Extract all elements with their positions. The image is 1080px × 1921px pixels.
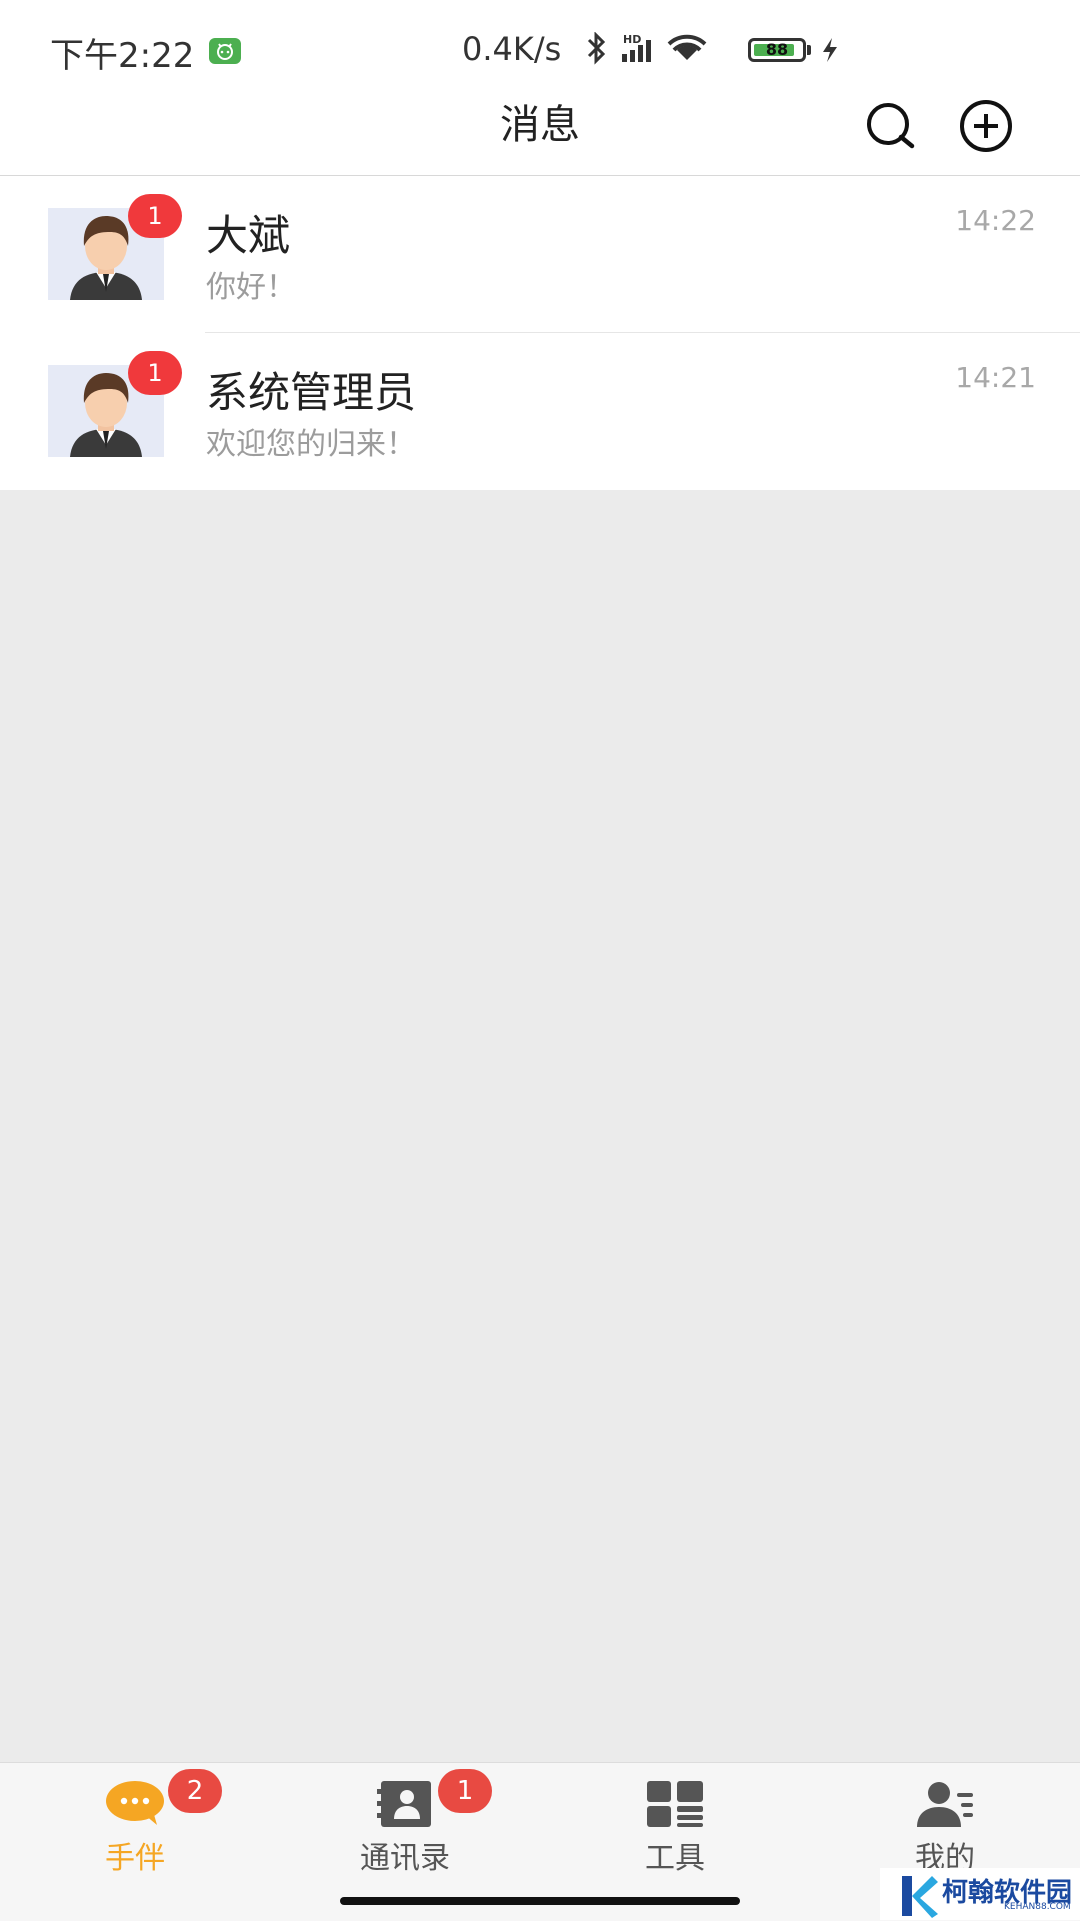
unread-badge: 1 bbox=[128, 351, 182, 395]
message-time: 14:21 bbox=[955, 361, 1036, 394]
message-time: 14:22 bbox=[955, 204, 1036, 237]
chat-bubble-icon bbox=[106, 1781, 164, 1825]
tab-label: 手伴 bbox=[105, 1841, 165, 1876]
add-button[interactable] bbox=[958, 100, 1014, 156]
charging-bolt-icon bbox=[823, 38, 837, 62]
message-preview: 你好！ bbox=[206, 270, 296, 305]
search-button[interactable] bbox=[862, 100, 918, 156]
conversation-item[interactable]: 1 大斌 你好！ 14:22 bbox=[0, 176, 1080, 333]
app-header: 消息 bbox=[0, 100, 1080, 176]
bluetooth-icon bbox=[587, 31, 606, 65]
search-icon bbox=[867, 103, 915, 149]
watermark-k-icon bbox=[902, 1876, 938, 1918]
status-time: 下午2:22 bbox=[50, 36, 195, 76]
tab-label: 通讯录 bbox=[360, 1841, 450, 1876]
contacts-icon bbox=[377, 1781, 431, 1827]
tab-badge: 1 bbox=[438, 1769, 492, 1813]
page-title: 消息 bbox=[500, 102, 580, 148]
battery-tip bbox=[807, 45, 811, 55]
contact-name: 系统管理员 bbox=[206, 368, 417, 417]
tab-label: 工具 bbox=[645, 1841, 705, 1876]
status-bar: 下午2:22 0.4K/s HD 88 bbox=[0, 0, 1080, 100]
home-indicator[interactable] bbox=[340, 1897, 740, 1905]
message-preview: 欢迎您的归来！ bbox=[206, 427, 416, 462]
notification-app-icon bbox=[209, 38, 241, 64]
cell-signal-icon: HD bbox=[622, 33, 651, 62]
profile-icon bbox=[917, 1782, 973, 1827]
tools-grid-icon bbox=[647, 1781, 703, 1827]
watermark-logo: 柯翰软件园 KEHAN88.COM bbox=[880, 1868, 1080, 1920]
tab-badge: 2 bbox=[168, 1769, 222, 1813]
status-icons: HD bbox=[585, 31, 745, 72]
tab-messages[interactable]: 2 手伴 bbox=[0, 1763, 270, 1921]
unread-badge: 1 bbox=[128, 194, 182, 238]
network-speed: 0.4K/s bbox=[462, 30, 562, 68]
battery-icon: 88 bbox=[748, 38, 806, 62]
battery-level: 88 bbox=[765, 40, 789, 59]
conversation-list: 1 大斌 你好！ 14:22 1 系统管理员 欢迎您的归来！ 14:21 bbox=[0, 176, 1080, 490]
plus-circle-icon bbox=[960, 100, 1012, 152]
contact-name: 大斌 bbox=[206, 211, 291, 260]
watermark-subtext: KEHAN88.COM bbox=[1004, 1902, 1071, 1912]
wifi-icon bbox=[667, 34, 707, 60]
conversation-item[interactable]: 1 系统管理员 欢迎您的归来！ 14:21 bbox=[0, 333, 1080, 490]
signal-hd-label: HD bbox=[623, 33, 641, 46]
